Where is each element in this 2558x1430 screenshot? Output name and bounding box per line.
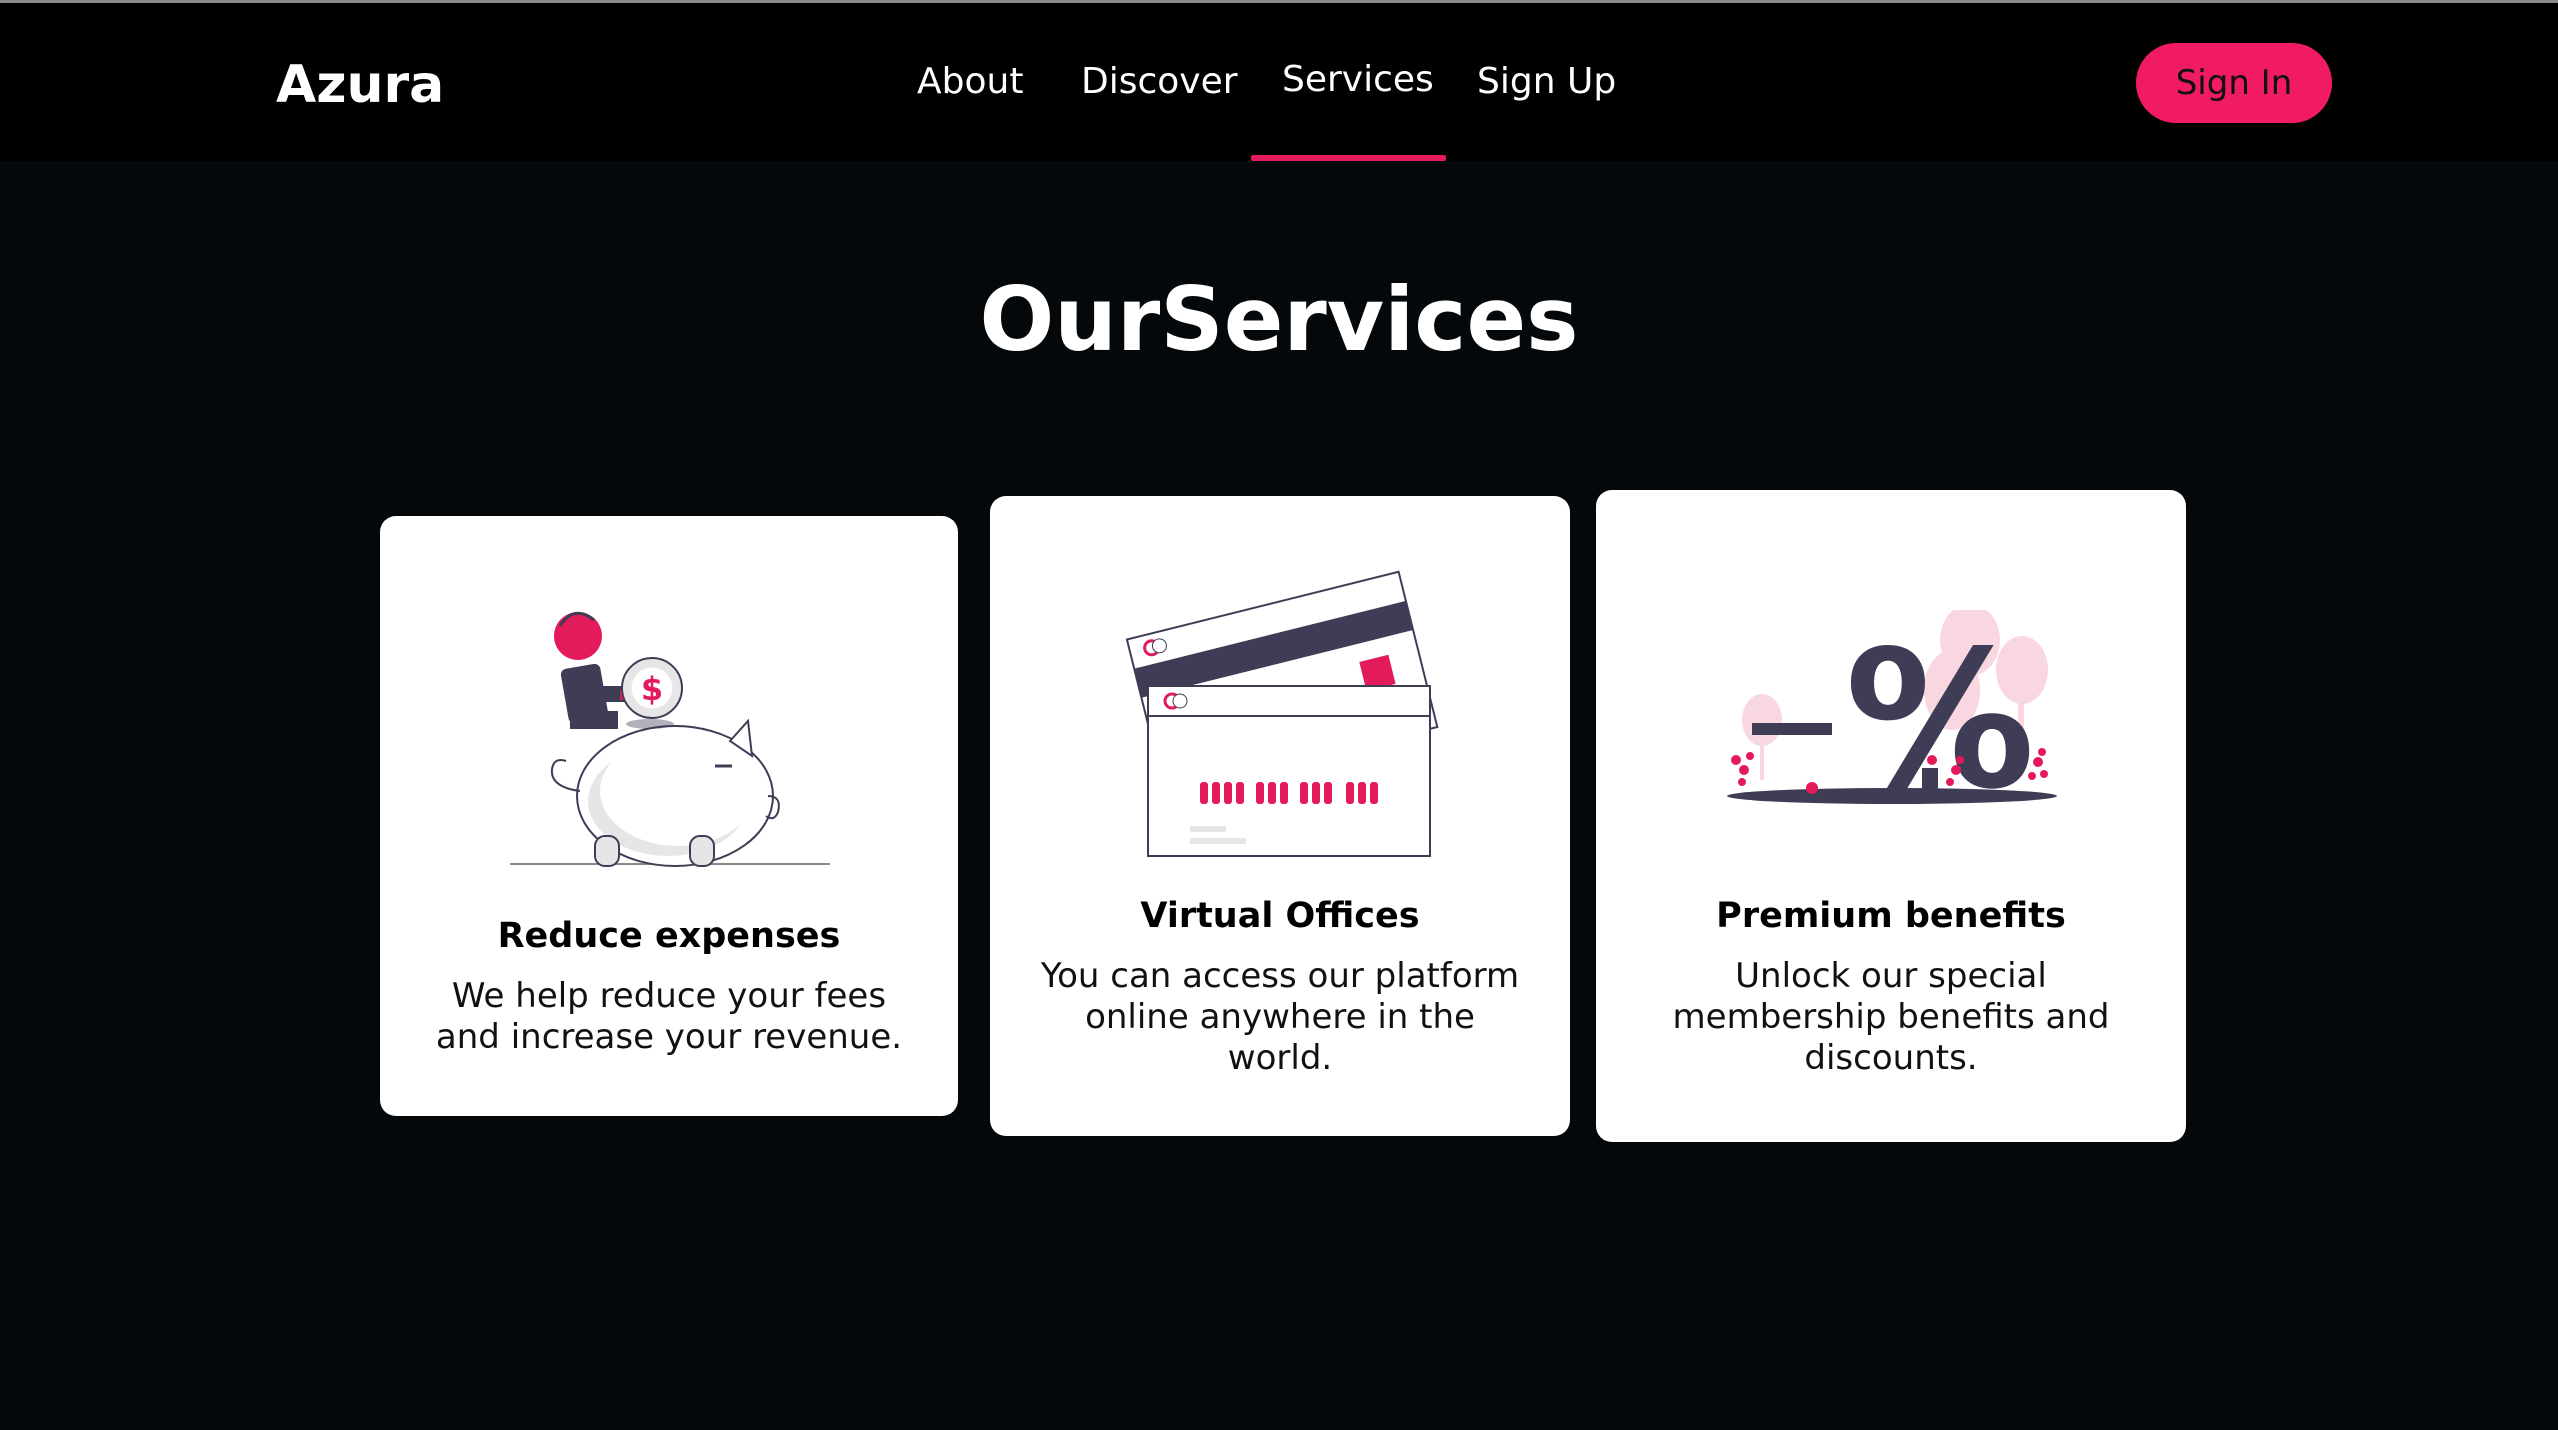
nav-link-about[interactable]: About	[917, 61, 1023, 102]
service-card-premium-benefits: % Premium benefits Unlock our special me…	[1596, 490, 2186, 1142]
percent-discount-illustration: %	[1727, 610, 2057, 820]
section-title: OurServices	[979, 268, 1579, 371]
piggy-bank-illustration: $	[510, 611, 830, 867]
svg-text:$: $	[641, 670, 663, 708]
nav-link-services[interactable]: Services	[1282, 59, 1434, 100]
active-nav-indicator	[1251, 155, 1446, 161]
sign-in-button[interactable]: Sign In	[2136, 43, 2332, 123]
credit-cards-illustration	[1125, 570, 1439, 857]
card-description: You can access our platform online anywh…	[1040, 956, 1520, 1078]
card-description: We help reduce your fees and increase yo…	[435, 976, 903, 1057]
svg-text:%: %	[1845, 610, 2035, 820]
navbar: Azura About Discover Services Sign Up Si…	[0, 3, 2558, 161]
card-title: Premium benefits	[1716, 896, 2066, 936]
card-description: Unlock our special membership benefits a…	[1672, 956, 2110, 1078]
card-title: Reduce expenses	[497, 916, 841, 956]
card-title: Virtual Offices	[1140, 896, 1420, 936]
service-card-virtual-offices: Virtual Offices You can access our platf…	[990, 496, 1570, 1136]
service-card-reduce-expenses: $ Reduce expenses We help reduce your fe…	[380, 516, 958, 1116]
nav-link-sign-up[interactable]: Sign Up	[1477, 61, 1616, 102]
nav-link-discover[interactable]: Discover	[1081, 61, 1238, 102]
